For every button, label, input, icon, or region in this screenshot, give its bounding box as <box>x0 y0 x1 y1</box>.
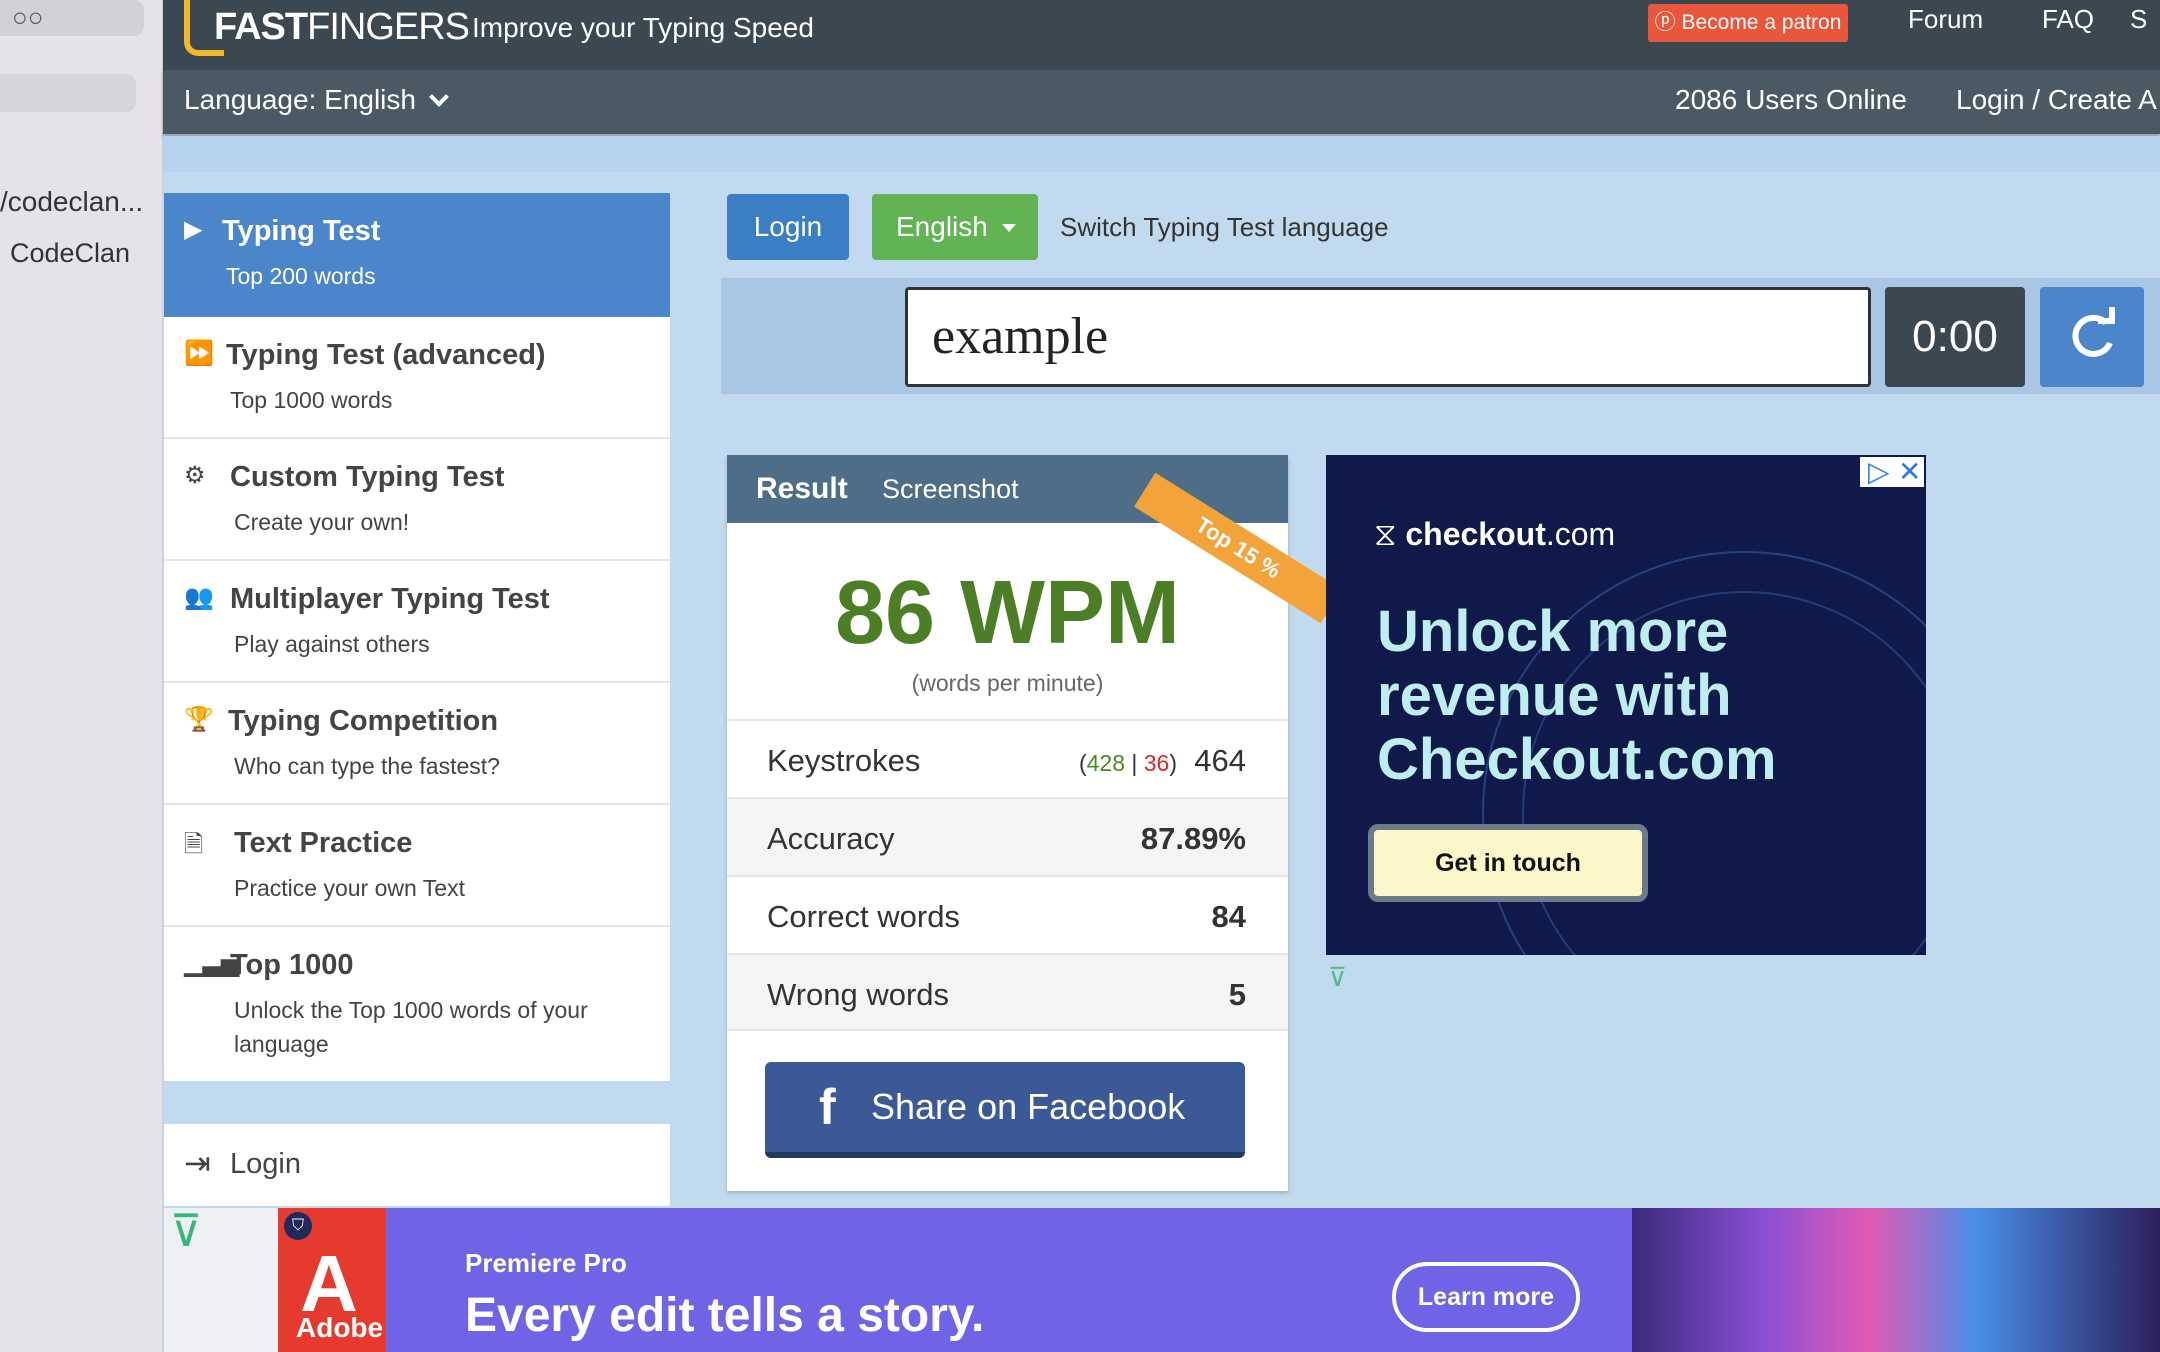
ad-learn-more-button[interactable]: Learn more <box>1392 1262 1580 1332</box>
sidebar-tab-placeholder[interactable] <box>0 74 136 112</box>
keystrokes-total: 464 <box>1194 743 1246 778</box>
language-dropdown-label: English <box>896 211 988 242</box>
menu-item-title: Typing Competition <box>228 705 499 737</box>
menu-item-title: Multiplayer Typing Test <box>230 583 550 615</box>
menu-item-subtitle: Unlock the Top 1000 words of your langua… <box>234 997 588 1057</box>
accuracy-value: 87.89% <box>1140 821 1246 856</box>
become-patron-button[interactable]: ⓟ Become a patron <box>1648 4 1848 42</box>
logo-suffix: FINGERS <box>307 6 470 48</box>
menu-item-typing-test-advanced[interactable]: ⏩ Typing Test (advanced) Top 1000 words <box>164 317 670 439</box>
patron-label: Become a patron <box>1681 11 1842 34</box>
shield-icon[interactable]: ⛉ <box>284 1212 312 1240</box>
menu-item-custom-typing-test[interactable]: ⚙ Custom Typing Test Create your own! <box>164 439 670 561</box>
menu-item-typing-test[interactable]: ▶ Typing Test Top 200 words <box>164 193 670 317</box>
menu-item-title: Top 1000 <box>230 949 354 981</box>
keystrokes-value: (428 | 36) 464 <box>1079 743 1246 779</box>
wpm-value: 86 WPM <box>834 563 1181 663</box>
menu-item-competition[interactable]: 🏆 Typing Competition Who can type the fa… <box>164 683 670 805</box>
sidebar-tab-title[interactable]: CodeClan <box>10 238 130 269</box>
switch-language-text: Switch Typing Test language <box>1060 212 1389 242</box>
keystrokes-label: Keystrokes <box>767 743 921 778</box>
nav-faq-link[interactable]: FAQ <box>2042 4 2094 35</box>
users-online-count: 2086 Users Online <box>1675 84 1907 115</box>
close-icon: ✕ <box>1898 456 1922 487</box>
caret-down-icon <box>1002 224 1016 232</box>
gears-icon: ⚙ <box>184 462 206 489</box>
ad-brand-rest: .com <box>1545 516 1616 552</box>
correct-words-label: Correct words <box>767 899 960 934</box>
menu-item-subtitle: Play against others <box>234 631 430 657</box>
wrong-words-row: Wrong words 5 <box>727 953 1288 1031</box>
menu-item-title: Text Practice <box>234 827 413 859</box>
document-icon: 🗎 <box>184 831 204 858</box>
menu-item-multiplayer[interactable]: 👥 Multiplayer Typing Test Play against o… <box>164 561 670 683</box>
menu-item-top-1000[interactable]: ▁▃▅ Top 1000 Unlock the Top 1000 words o… <box>164 927 670 1081</box>
patreon-icon: ⓟ <box>1654 11 1682 34</box>
share-facebook-button[interactable]: f Share on Facebook <box>765 1062 1245 1158</box>
ad-get-in-touch-button[interactable]: Get in touch <box>1368 824 1648 902</box>
language-select[interactable]: Language: English <box>184 84 416 116</box>
logo-prefix: FAST <box>214 6 308 48</box>
users-icon: 👥 <box>184 584 214 611</box>
keystrokes-detail: (428 | 36) <box>1078 750 1178 776</box>
login-create-link[interactable]: Login / Create A <box>1956 84 2157 116</box>
play-icon: ▶ <box>184 216 203 243</box>
keystrokes-row: Keystrokes (428 | 36) 464 <box>727 719 1288 797</box>
menu-item-subtitle: Practice your own Text <box>234 875 465 901</box>
wpm-caption: (words per minute) <box>911 670 1104 696</box>
share-facebook-label: Share on Facebook <box>871 1086 1186 1127</box>
menu-item-title: Custom Typing Test <box>230 461 505 493</box>
wrong-words-value: 5 <box>1228 977 1246 1012</box>
correct-words-row: Correct words 84 <box>727 875 1288 953</box>
fast-forward-icon: ⏩ <box>184 340 214 367</box>
nav-cut-link[interactable]: S <box>2130 4 2147 35</box>
wrong-words-label: Wrong words <box>767 977 950 1012</box>
correct-words-value: 84 <box>1211 899 1246 934</box>
trophy-icon: 🏆 <box>184 706 214 733</box>
menu-item-text-practice[interactable]: 🗎 Text Practice Practice your own Text <box>164 805 670 927</box>
accuracy-row: Accuracy 87.89% <box>727 797 1288 875</box>
adchoices-icon: ▷ <box>1868 456 1890 487</box>
site-logo[interactable]: FASTFINGERS <box>184 0 470 60</box>
signal-bars-icon: ▁▃▅ <box>184 950 240 977</box>
freestar-icon[interactable]: ⊽ <box>170 1206 202 1257</box>
nav-forum-link[interactable]: Forum <box>1908 4 1983 35</box>
reader-view-button[interactable]: ○○ <box>0 0 144 36</box>
typing-input[interactable]: example <box>905 287 1871 387</box>
adobe-brand: Adobe <box>296 1312 384 1343</box>
pattern-strip <box>163 136 2160 172</box>
menu-item-subtitle: Who can type the fastest? <box>234 753 500 779</box>
ad-tagline: Every edit tells a story. <box>465 1289 985 1342</box>
menu-item-subtitle: Create your own! <box>234 509 410 535</box>
checkout-mark-icon: ⧖ <box>1374 516 1406 552</box>
ad-brand-bold: checkout <box>1405 516 1546 552</box>
restart-button[interactable] <box>2040 287 2144 387</box>
keystrokes-wrong: 36 <box>1143 750 1170 776</box>
login-button[interactable]: Login <box>727 194 849 260</box>
sidebar-url[interactable]: /codeclan... <box>0 186 143 218</box>
freestar-icon[interactable]: ⊽ <box>1328 962 1347 993</box>
sign-in-icon: ⇥ <box>184 1145 211 1181</box>
tab-screenshot[interactable]: Screenshot <box>882 474 1019 505</box>
refresh-icon <box>2072 307 2115 357</box>
checkout-logo: ⧖ checkout.com <box>1374 516 1615 554</box>
menu-item-title: Typing Test <box>222 215 381 247</box>
glasses-icon: ○○ <box>12 2 44 32</box>
site-tagline: Improve your Typing Speed <box>472 12 814 43</box>
ad-headline: Unlock more revenue with Checkout.com <box>1377 599 1777 792</box>
menu-item-subtitle: Top 1000 words <box>230 387 393 413</box>
menu-item-title: Typing Test (advanced) <box>226 339 546 371</box>
keystrokes-correct: 428 <box>1086 750 1125 776</box>
timer: 0:00 <box>1885 287 2025 387</box>
sidebar-login-label: Login <box>230 1148 301 1180</box>
adchoices-badge[interactable]: ▷ ✕ <box>1860 456 1924 487</box>
accuracy-label: Accuracy <box>767 821 895 856</box>
language-dropdown-button[interactable]: English <box>872 194 1038 260</box>
menu-item-subtitle: Top 200 words <box>226 263 376 289</box>
tab-result[interactable]: Result <box>756 472 848 506</box>
ad-image <box>1632 1208 2160 1352</box>
facebook-icon: f <box>819 1079 836 1135</box>
ad-product: Premiere Pro <box>465 1248 627 1278</box>
sidebar-login-button[interactable]: ⇥ Login <box>164 1124 670 1206</box>
